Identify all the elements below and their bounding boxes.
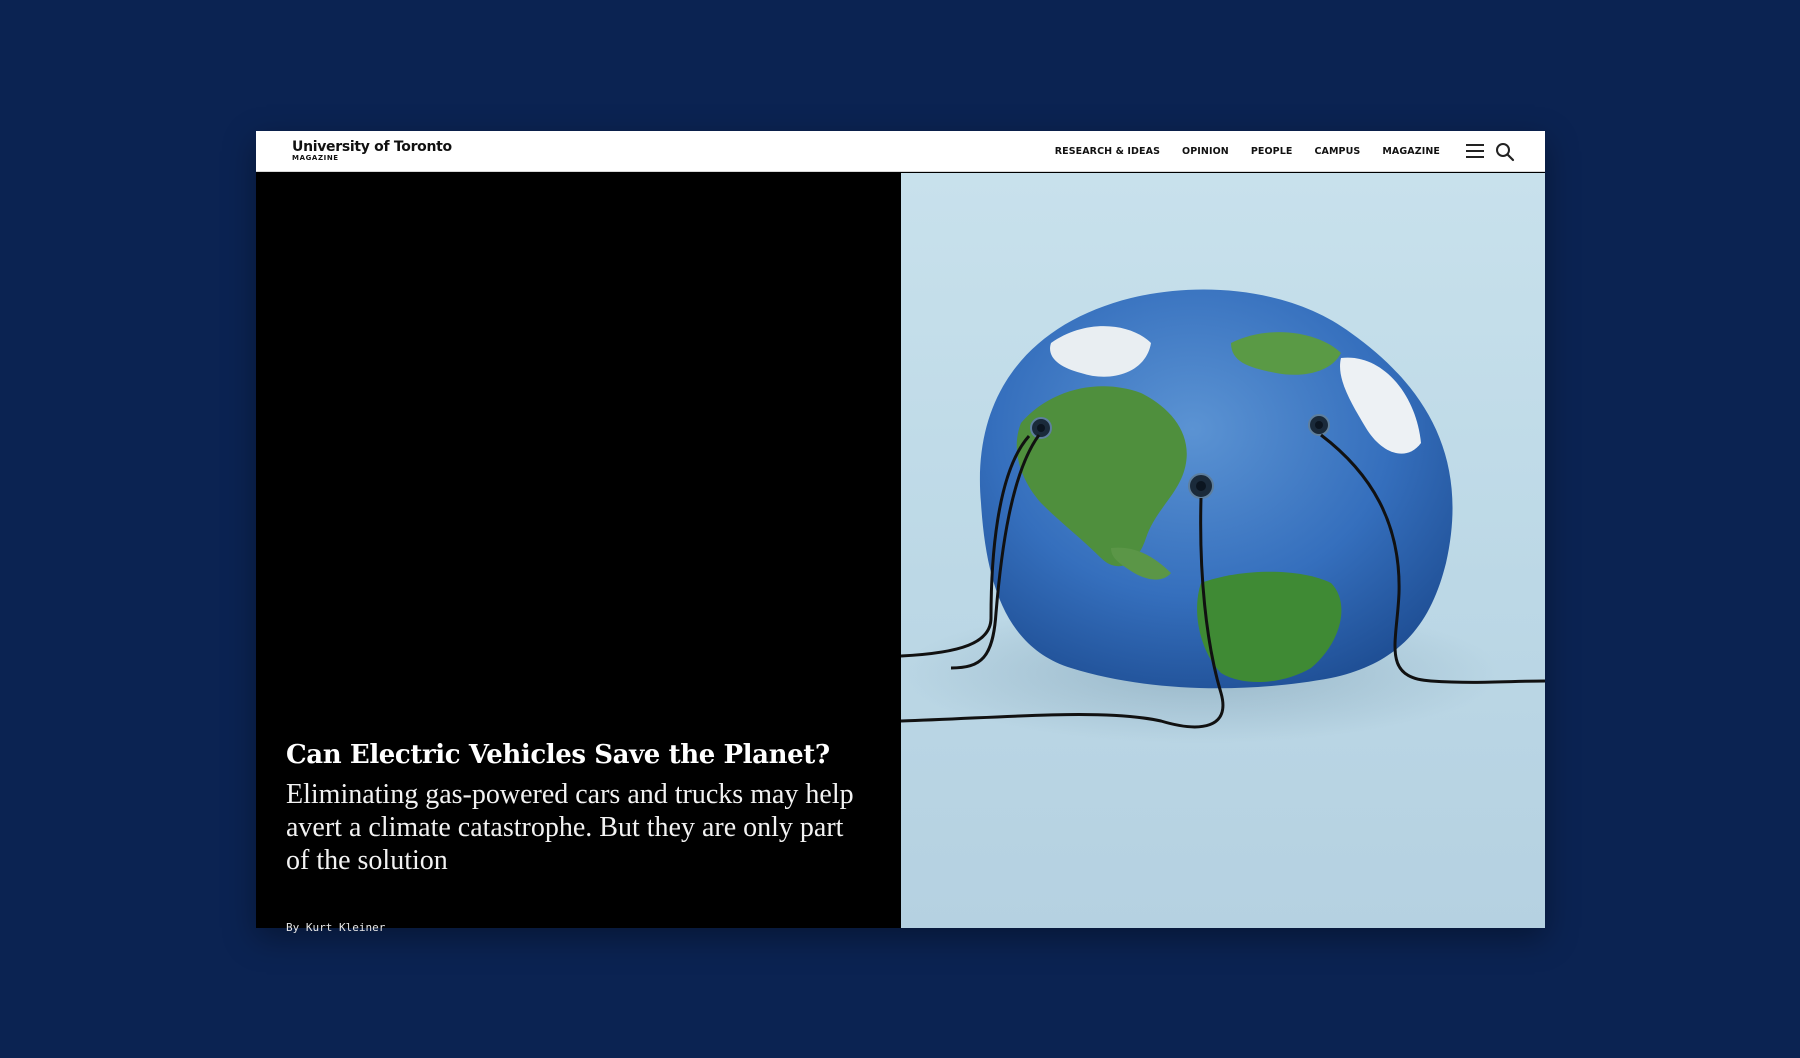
socket-left [1030, 417, 1052, 439]
site-logo[interactable]: University of Toronto MAGAZINE [292, 140, 452, 162]
nav-campus[interactable]: CAMPUS [1314, 146, 1360, 157]
nav-people[interactable]: PEOPLE [1251, 146, 1293, 157]
site-header: University of Toronto MAGAZINE RESEARCH … [256, 131, 1545, 172]
article-byline: By Kurt Kleiner [286, 921, 386, 934]
nav-magazine[interactable]: MAGAZINE [1382, 146, 1440, 157]
article-dek: Eliminating gas-powered cars and trucks … [286, 779, 854, 876]
socket-center [1188, 473, 1214, 499]
logo-subtitle: MAGAZINE [292, 154, 339, 162]
main-nav: RESEARCH & IDEAS OPINION PEOPLE CAMPUS M… [1055, 131, 1440, 172]
hamburger-menu-icon[interactable] [1466, 143, 1484, 159]
nav-research-ideas[interactable]: RESEARCH & IDEAS [1055, 146, 1160, 157]
nav-opinion[interactable]: OPINION [1182, 146, 1229, 157]
search-icon[interactable] [1495, 142, 1515, 162]
article-title[interactable]: Can Electric Vehicles Save the Planet? [286, 740, 876, 771]
deflated-globe-illustration [901, 289, 1545, 743]
hero-text-panel: Can Electric Vehicles Save the Planet? E… [256, 173, 900, 934]
socket-right [1308, 414, 1330, 436]
browser-page: University of Toronto MAGAZINE RESEARCH … [256, 131, 1545, 934]
logo-title: University of Toronto [292, 139, 452, 155]
hero-image [901, 173, 1545, 928]
